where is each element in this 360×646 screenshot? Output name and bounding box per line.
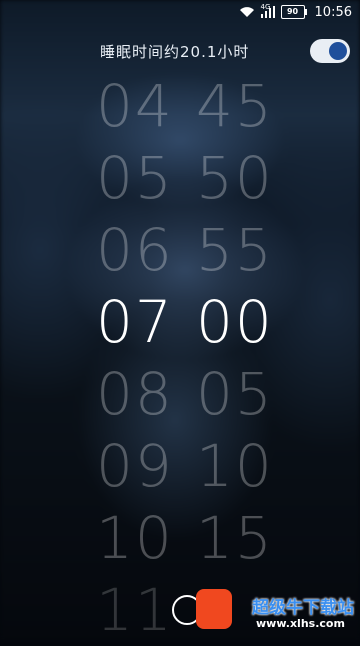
minute-value[interactable]: 15: [196, 502, 274, 574]
minute-value[interactable]: 50: [196, 142, 274, 214]
minute-value[interactable]: 55: [196, 214, 274, 286]
wifi-icon: [239, 6, 255, 18]
minute-value[interactable]: 45: [196, 70, 274, 142]
minute-value[interactable]: 05: [196, 358, 274, 430]
signal-icon: 4G: [260, 3, 275, 18]
battery-icon: 90: [280, 5, 307, 19]
watermark: 超级牛下载站 www.xlhs.com: [170, 585, 360, 640]
clock: 10:56: [314, 4, 352, 20]
hour-value[interactable]: 11: [96, 574, 174, 646]
hour-value[interactable]: 04: [96, 70, 174, 142]
picker-row[interactable]: 08 05: [0, 358, 360, 430]
picker-row-selected[interactable]: 07 00: [0, 286, 360, 358]
watermark-title: 超级牛下载站: [252, 598, 354, 618]
alarm-toggle[interactable]: [310, 39, 350, 63]
status-bar: 4G 90 10:56: [0, 0, 360, 24]
watermark-subtitle: www.xlhs.com: [256, 617, 345, 630]
picker-row[interactable]: 05 50: [0, 142, 360, 214]
hour-value[interactable]: 09: [96, 430, 174, 502]
hour-value[interactable]: 05: [96, 142, 174, 214]
battery-level: 90: [286, 7, 299, 16]
network-type: 4G: [260, 3, 271, 11]
selected-minute[interactable]: 00: [196, 286, 274, 358]
hour-value[interactable]: 08: [96, 358, 174, 430]
picker-row[interactable]: 04 45: [0, 70, 360, 142]
toggle-knob: [329, 42, 347, 60]
picker-row[interactable]: 10 15: [0, 502, 360, 574]
hour-value[interactable]: 10: [96, 502, 174, 574]
picker-row[interactable]: 06 55: [0, 214, 360, 286]
sleep-header: 睡眠时间约20.1小时: [0, 36, 360, 66]
sleep-duration-label: 睡眠时间约20.1小时: [100, 43, 250, 61]
time-picker[interactable]: 04 45 05 50 06 55 07 00 08 05 09 10 10 1…: [0, 70, 360, 644]
watermark-logo-icon: [196, 589, 232, 629]
hour-value[interactable]: 06: [96, 214, 174, 286]
minute-value[interactable]: 10: [196, 430, 274, 502]
picker-row[interactable]: 09 10: [0, 430, 360, 502]
selected-hour[interactable]: 07: [96, 286, 174, 358]
